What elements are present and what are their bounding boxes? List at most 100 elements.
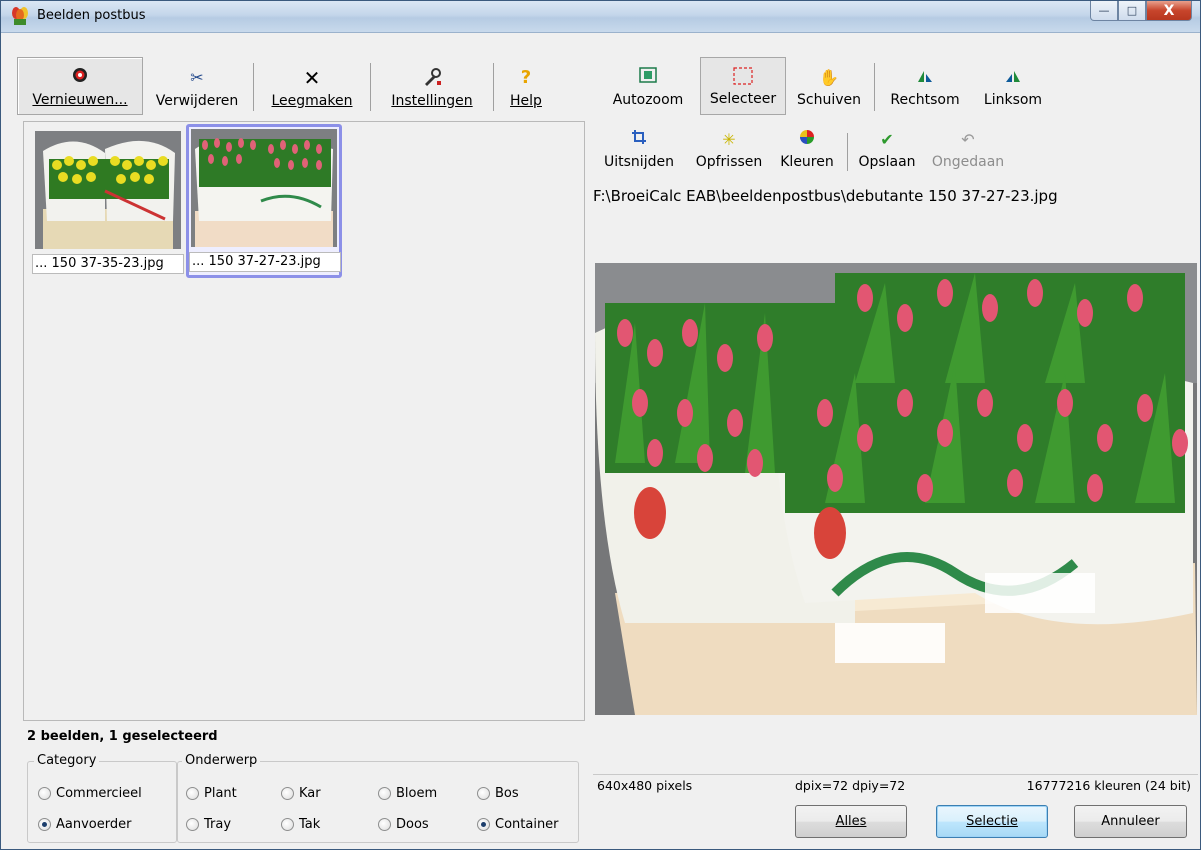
toolbar-divider [493, 63, 494, 111]
undo-label: Ongedaan [931, 154, 1005, 170]
rotate-right-icon [916, 67, 934, 89]
save-button[interactable]: ✔ Opslaan [850, 127, 924, 175]
thumbnail-item-selected[interactable]: ... 150 37-27-23.jpg [186, 124, 342, 278]
radio-circle [477, 787, 490, 800]
image-preview[interactable] [595, 263, 1197, 715]
refresh-colors-button[interactable]: ✳ Opfrissen [689, 127, 769, 175]
thumbnail-item[interactable]: ... 150 37-35-23.jpg [32, 128, 184, 278]
window-controls: — □ X [1090, 1, 1192, 23]
undo-button[interactable]: ↶ Ongedaan [924, 127, 1012, 175]
maximize-button[interactable]: □ [1118, 1, 1146, 21]
minimize-button[interactable]: — [1090, 1, 1118, 21]
clear-button[interactable]: ✕ Leegmaken [256, 57, 368, 115]
radio-circle [477, 818, 490, 831]
cancel-label: Annuleer [1101, 814, 1160, 829]
cancel-button[interactable]: Annuleer [1074, 805, 1187, 838]
select-selection-label: Selectie [966, 814, 1018, 829]
save-label: Opslaan [858, 154, 916, 170]
image-info-bar: 640x480 pixels dpix=72 dpiy=72 16777216 … [593, 774, 1198, 796]
refresh-colors-label: Opfrissen [695, 154, 763, 170]
rotate-left-icon [1004, 67, 1022, 89]
app-window: Beelden postbus — □ X Vernieuwen... ✂ Ve… [0, 0, 1201, 850]
radio-circle [186, 787, 199, 800]
x-icon: ✕ [303, 66, 321, 90]
sparkle-icon: ✳ [722, 130, 736, 149]
thumbnail-caption: ... 150 37-27-23.jpg [189, 252, 341, 272]
selection-status: 2 beelden, 1 geselecteerd [27, 729, 218, 744]
close-button[interactable]: X [1146, 1, 1192, 21]
title-bar[interactable]: Beelden postbus — □ X [1, 1, 1200, 33]
onderwerp-legend: Onderwerp [182, 753, 261, 768]
image-colors: 16777216 kleuren (24 bit) [1026, 778, 1191, 793]
rotate-left-button[interactable]: Linksom [973, 57, 1053, 115]
refresh-icon [71, 66, 89, 88]
radio-label: Aanvoerder [56, 817, 132, 832]
settings-button[interactable]: Instellingen [373, 57, 491, 115]
refresh-label: Vernieuwen... [32, 92, 128, 108]
thumbnail-list[interactable]: ... 150 37-35-23.jpg ... 150 37-27-23.jp… [23, 121, 585, 721]
view-toolbar: Autozoom Selecteer ✋ Schuiven Rechtsom L… [596, 57, 1053, 117]
category-group: Category Commercieel Aanvoerder [27, 753, 177, 843]
radio-bos[interactable]: Bos [477, 786, 519, 801]
delete-button[interactable]: ✂ Verwijderen [143, 57, 251, 115]
radio-doos[interactable]: Doos [378, 817, 429, 832]
radio-label: Tray [204, 817, 232, 832]
toolbar-divider [370, 63, 371, 111]
radio-tak[interactable]: Tak [281, 817, 320, 832]
radio-label: Container [495, 817, 559, 832]
radio-commercieel[interactable]: Commercieel [38, 786, 142, 801]
select-all-button[interactable]: Alles [795, 805, 907, 838]
settings-label: Instellingen [391, 93, 473, 109]
file-path: F:\BroeiCalc EAB\beeldenpostbus\debutant… [593, 187, 1058, 205]
toolbar-divider [874, 63, 875, 111]
radio-plant[interactable]: Plant [186, 786, 237, 801]
thumbnail-caption: ... 150 37-35-23.jpg [32, 254, 184, 274]
radio-label: Bloem [396, 786, 438, 801]
radio-circle [281, 787, 294, 800]
autozoom-button[interactable]: Autozoom [596, 57, 700, 115]
select-button[interactable]: Selecteer [700, 57, 786, 115]
radio-circle [38, 818, 51, 831]
refresh-button[interactable]: Vernieuwen... [17, 57, 143, 115]
colors-button[interactable]: Kleuren [769, 127, 845, 175]
settings-icon [422, 67, 442, 89]
radio-circle [38, 787, 51, 800]
tulip-photo [595, 263, 1197, 715]
colors-label: Kleuren [780, 154, 834, 170]
radio-kar[interactable]: Kar [281, 786, 321, 801]
select-selection-button[interactable]: Selectie [936, 805, 1048, 838]
undo-icon: ↶ [961, 130, 975, 149]
clear-label: Leegmaken [271, 93, 353, 109]
toolbar-divider [847, 133, 848, 171]
rotate-right-button[interactable]: Rechtsom [877, 57, 973, 115]
select-label: Selecteer [709, 91, 777, 107]
radio-bloem[interactable]: Bloem [378, 786, 437, 801]
select-icon [732, 66, 754, 88]
pan-button[interactable]: ✋ Schuiven [786, 57, 872, 115]
close-icon: X [1163, 2, 1175, 19]
delete-label: Verwijderen [155, 93, 239, 109]
image-dpi: dpix=72 dpiy=72 [795, 778, 906, 793]
radio-label: Plant [204, 786, 237, 801]
crop-label: Uitsnijden [604, 154, 674, 170]
radio-container[interactable]: Container [477, 817, 559, 832]
category-legend: Category [34, 753, 100, 768]
radio-circle [186, 818, 199, 831]
radio-tray[interactable]: Tray [186, 817, 231, 832]
radio-circle [378, 787, 391, 800]
window-title: Beelden postbus [37, 8, 146, 23]
select-all-label: Alles [835, 814, 867, 829]
image-size: 640x480 pixels [597, 778, 693, 793]
autozoom-icon [639, 67, 657, 89]
help-button[interactable]: ? Help [496, 57, 556, 115]
radio-aanvoerder[interactable]: Aanvoerder [38, 817, 131, 832]
radio-circle [281, 818, 294, 831]
hand-icon: ✋ [819, 68, 839, 87]
edit-toolbar: Uitsnijden ✳ Opfrissen Kleuren ✔ Opslaan… [589, 127, 1012, 177]
minimize-icon: — [1098, 4, 1110, 17]
crop-button[interactable]: Uitsnijden [589, 127, 689, 175]
check-icon: ✔ [880, 130, 894, 149]
radio-label: Bos [495, 786, 519, 801]
autozoom-label: Autozoom [612, 92, 684, 108]
radio-label: Tak [299, 817, 321, 832]
